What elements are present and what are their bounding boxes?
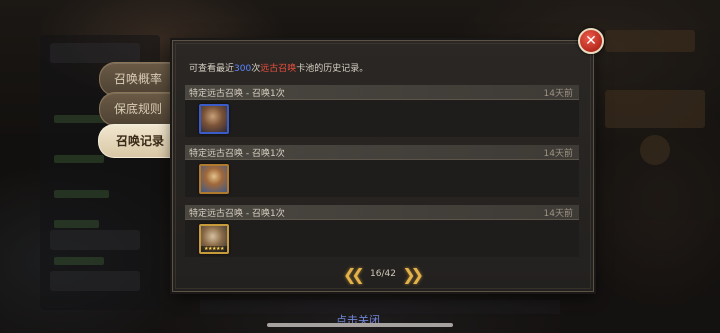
history-description-suffix: 卡池的历史记录。 [296, 64, 369, 74]
history-record: 特定远古召唤 - 召唤1次 14天前 [185, 85, 579, 137]
record-header: 特定远古召唤 - 召唤1次 14天前 [185, 205, 579, 220]
record-title: 特定远古召唤 - 召唤1次 [189, 209, 285, 219]
tab-summon-probability[interactable]: 召唤概率 [99, 62, 176, 96]
pagination: ❮❮ 16/42 ❯❯ [343, 267, 424, 283]
hero-portrait-icon[interactable]: ★★★★★ [199, 224, 229, 254]
summon-history-panel: 可查看最近300次远古召唤卡池的历史记录。 特定远古召唤 - 召唤1次 14天前… [172, 40, 594, 292]
previous-page-chevron-icon[interactable]: ❮❮ [343, 267, 365, 283]
history-count: 300 [234, 64, 252, 74]
home-indicator[interactable] [267, 323, 453, 327]
page-indicator: 16/42 [370, 269, 396, 279]
record-header: 特定远古召唤 - 召唤1次 14天前 [185, 145, 579, 160]
record-body [185, 100, 579, 137]
record-title: 特定远古召唤 - 召唤1次 [189, 149, 285, 159]
record-time: 14天前 [543, 209, 573, 219]
record-time: 14天前 [543, 149, 573, 159]
tab-pity-rules[interactable]: 保底规则 [99, 92, 176, 126]
history-description-unit: 次 [251, 64, 261, 74]
history-record: 特定远古召唤 - 召唤1次 14天前 ★★★★★ [185, 205, 579, 257]
history-description-prefix: 可查看最近 [189, 64, 235, 74]
record-title: 特定远古召唤 - 召唤1次 [189, 89, 285, 99]
hero-star-rating: ★★★★★ [201, 246, 227, 252]
hero-portrait-icon[interactable] [199, 164, 229, 194]
record-body: ★★★★★ [185, 220, 579, 257]
record-header: 特定远古召唤 - 召唤1次 14天前 [185, 85, 579, 100]
hero-portrait-icon[interactable] [199, 104, 229, 134]
record-body [185, 160, 579, 197]
history-record: 特定远古召唤 - 召唤1次 14天前 [185, 145, 579, 197]
record-time: 14天前 [543, 89, 573, 99]
close-icon[interactable]: ✕ [578, 28, 604, 54]
next-page-chevron-icon[interactable]: ❯❯ [402, 267, 424, 283]
tab-summon-history[interactable]: 召唤记录 [98, 124, 181, 158]
history-description: 可查看最近300次远古召唤卡池的历史记录。 [189, 61, 368, 74]
summon-pool-name: 远古召唤 [260, 64, 297, 74]
